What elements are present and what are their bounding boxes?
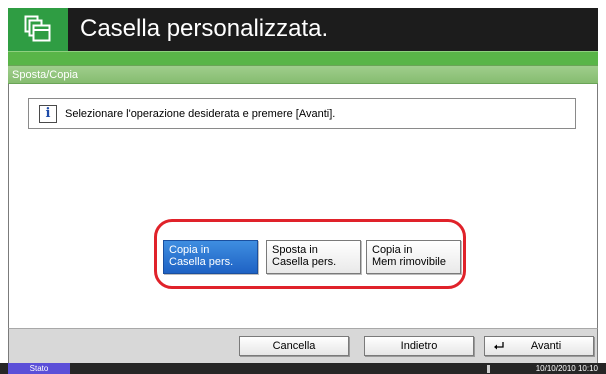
title-bar: Casella personalizzata. — [8, 8, 598, 51]
screen-frame: Casella personalizzata. Sposta/Copia i S… — [8, 8, 598, 363]
copy-to-custom-box-button[interactable]: Copia in Casella pers. — [163, 240, 258, 274]
section-header: Sposta/Copia — [8, 65, 598, 84]
option-label-line2: Mem rimovibile — [372, 256, 446, 268]
custom-box-icon — [8, 8, 68, 51]
message-text: Selezionare l'operazione desiderata e pr… — [65, 108, 336, 120]
option-label-line2: Casella pers. — [272, 256, 337, 268]
header-divider — [8, 51, 598, 65]
enter-icon — [494, 342, 504, 350]
cancel-button[interactable]: Cancella — [239, 336, 349, 356]
back-button[interactable]: Indietro — [364, 336, 474, 356]
option-label-line1: Copia in — [169, 244, 210, 256]
option-label-line1: Sposta in — [272, 244, 318, 256]
copy-to-removable-memory-button[interactable]: Copia in Mem rimovibile — [366, 240, 461, 274]
info-icon: i — [39, 105, 57, 123]
datetime-display: 10/10/2010 10:10 — [535, 364, 598, 373]
content-panel: i Selezionare l'operazione desiderata e … — [8, 84, 598, 328]
status-tab[interactable]: Stato — [8, 363, 70, 374]
status-bar: Stato 10/10/2010 10:10 — [0, 363, 606, 374]
bottom-button-bar: Cancella Indietro Avanti — [8, 328, 598, 363]
move-to-custom-box-button[interactable]: Sposta in Casella pers. — [266, 240, 361, 274]
next-button-label: Avanti — [530, 340, 562, 352]
option-label-line2: Casella pers. — [169, 256, 234, 268]
message-box: i Selezionare l'operazione desiderata e … — [28, 98, 576, 129]
next-button[interactable]: Avanti — [484, 336, 594, 356]
page-title: Casella personalizzata. — [80, 15, 329, 42]
section-title: Sposta/Copia — [12, 69, 79, 81]
option-label-line1: Copia in — [372, 244, 413, 256]
status-indicator — [487, 365, 490, 373]
